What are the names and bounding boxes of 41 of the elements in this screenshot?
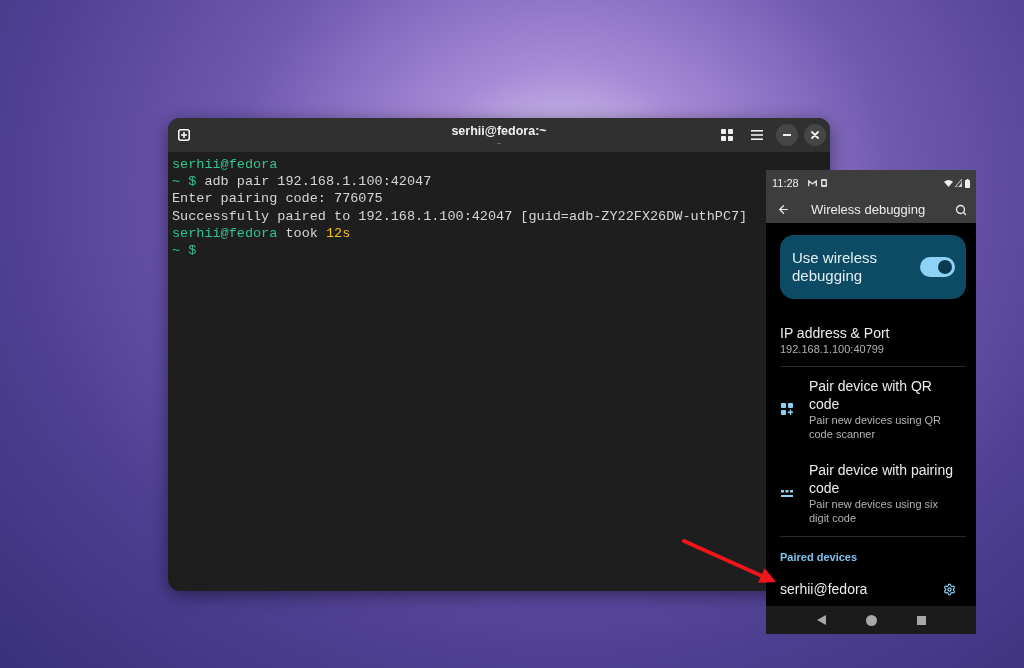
section-header: Paired devices	[780, 550, 858, 564]
close-button[interactable]	[804, 124, 826, 146]
grid-icon[interactable]	[721, 129, 733, 141]
terminal-line: serhii@fedora took 12s	[172, 224, 351, 242]
paired-device-name[interactable]: serhii@fedora	[780, 580, 868, 598]
toggle-switch[interactable]	[920, 257, 955, 277]
toggle-label: Use wireless debugging	[792, 249, 879, 285]
window-title: serhii@fedora:~	[451, 123, 547, 139]
mail-icon	[807, 179, 817, 187]
terminal-line: serhii@fedora	[172, 156, 278, 174]
window-subtitle: ~	[496, 139, 502, 148]
setting-title[interactable]: Pair device with QR code	[809, 377, 957, 413]
terminal-line: Successfully paired to 192.168.1.100:42047 [guid=adb-ZY22FX26DW-uthPC7]	[172, 207, 748, 225]
back-icon[interactable]	[816, 615, 826, 625]
home-icon[interactable]	[865, 614, 877, 626]
recents-icon[interactable]	[916, 615, 926, 625]
wireless-debugging-card[interactable]: Use wireless debugging	[780, 235, 966, 299]
card-icon	[820, 179, 827, 187]
terminal-line: Enter pairing code: 776075	[172, 190, 383, 208]
battery-icon	[965, 178, 970, 188]
terminal-line: ~ $ adb pair 192.168.1.100:42047	[172, 173, 432, 191]
menu-icon[interactable]	[751, 130, 763, 140]
back-arrow-icon[interactable]	[777, 203, 790, 216]
signal-icon	[955, 179, 962, 187]
settings-icon[interactable]	[943, 582, 956, 596]
setting-title[interactable]: IP address & Port	[780, 324, 890, 342]
status-time: 11:28	[772, 176, 799, 190]
wifi-icon	[944, 179, 953, 187]
setting-description: 192.168.1.100:40799	[780, 342, 884, 356]
minimize-icon	[783, 134, 791, 136]
qr-code-icon	[781, 403, 793, 415]
setting-description: Pair new devices using six digit code	[809, 497, 939, 525]
setting-description: Pair new devices using QR code scanner	[809, 413, 943, 441]
search-icon[interactable]	[955, 203, 967, 216]
minimize-button[interactable]	[776, 124, 798, 146]
new-tab-icon[interactable]	[178, 129, 190, 141]
dots-icon	[781, 489, 793, 497]
setting-title[interactable]: Pair device with pairing code	[809, 461, 957, 497]
close-icon	[811, 131, 819, 139]
terminal-line: ~ $	[172, 242, 197, 260]
screen-title: Wireless debugging	[811, 201, 926, 218]
